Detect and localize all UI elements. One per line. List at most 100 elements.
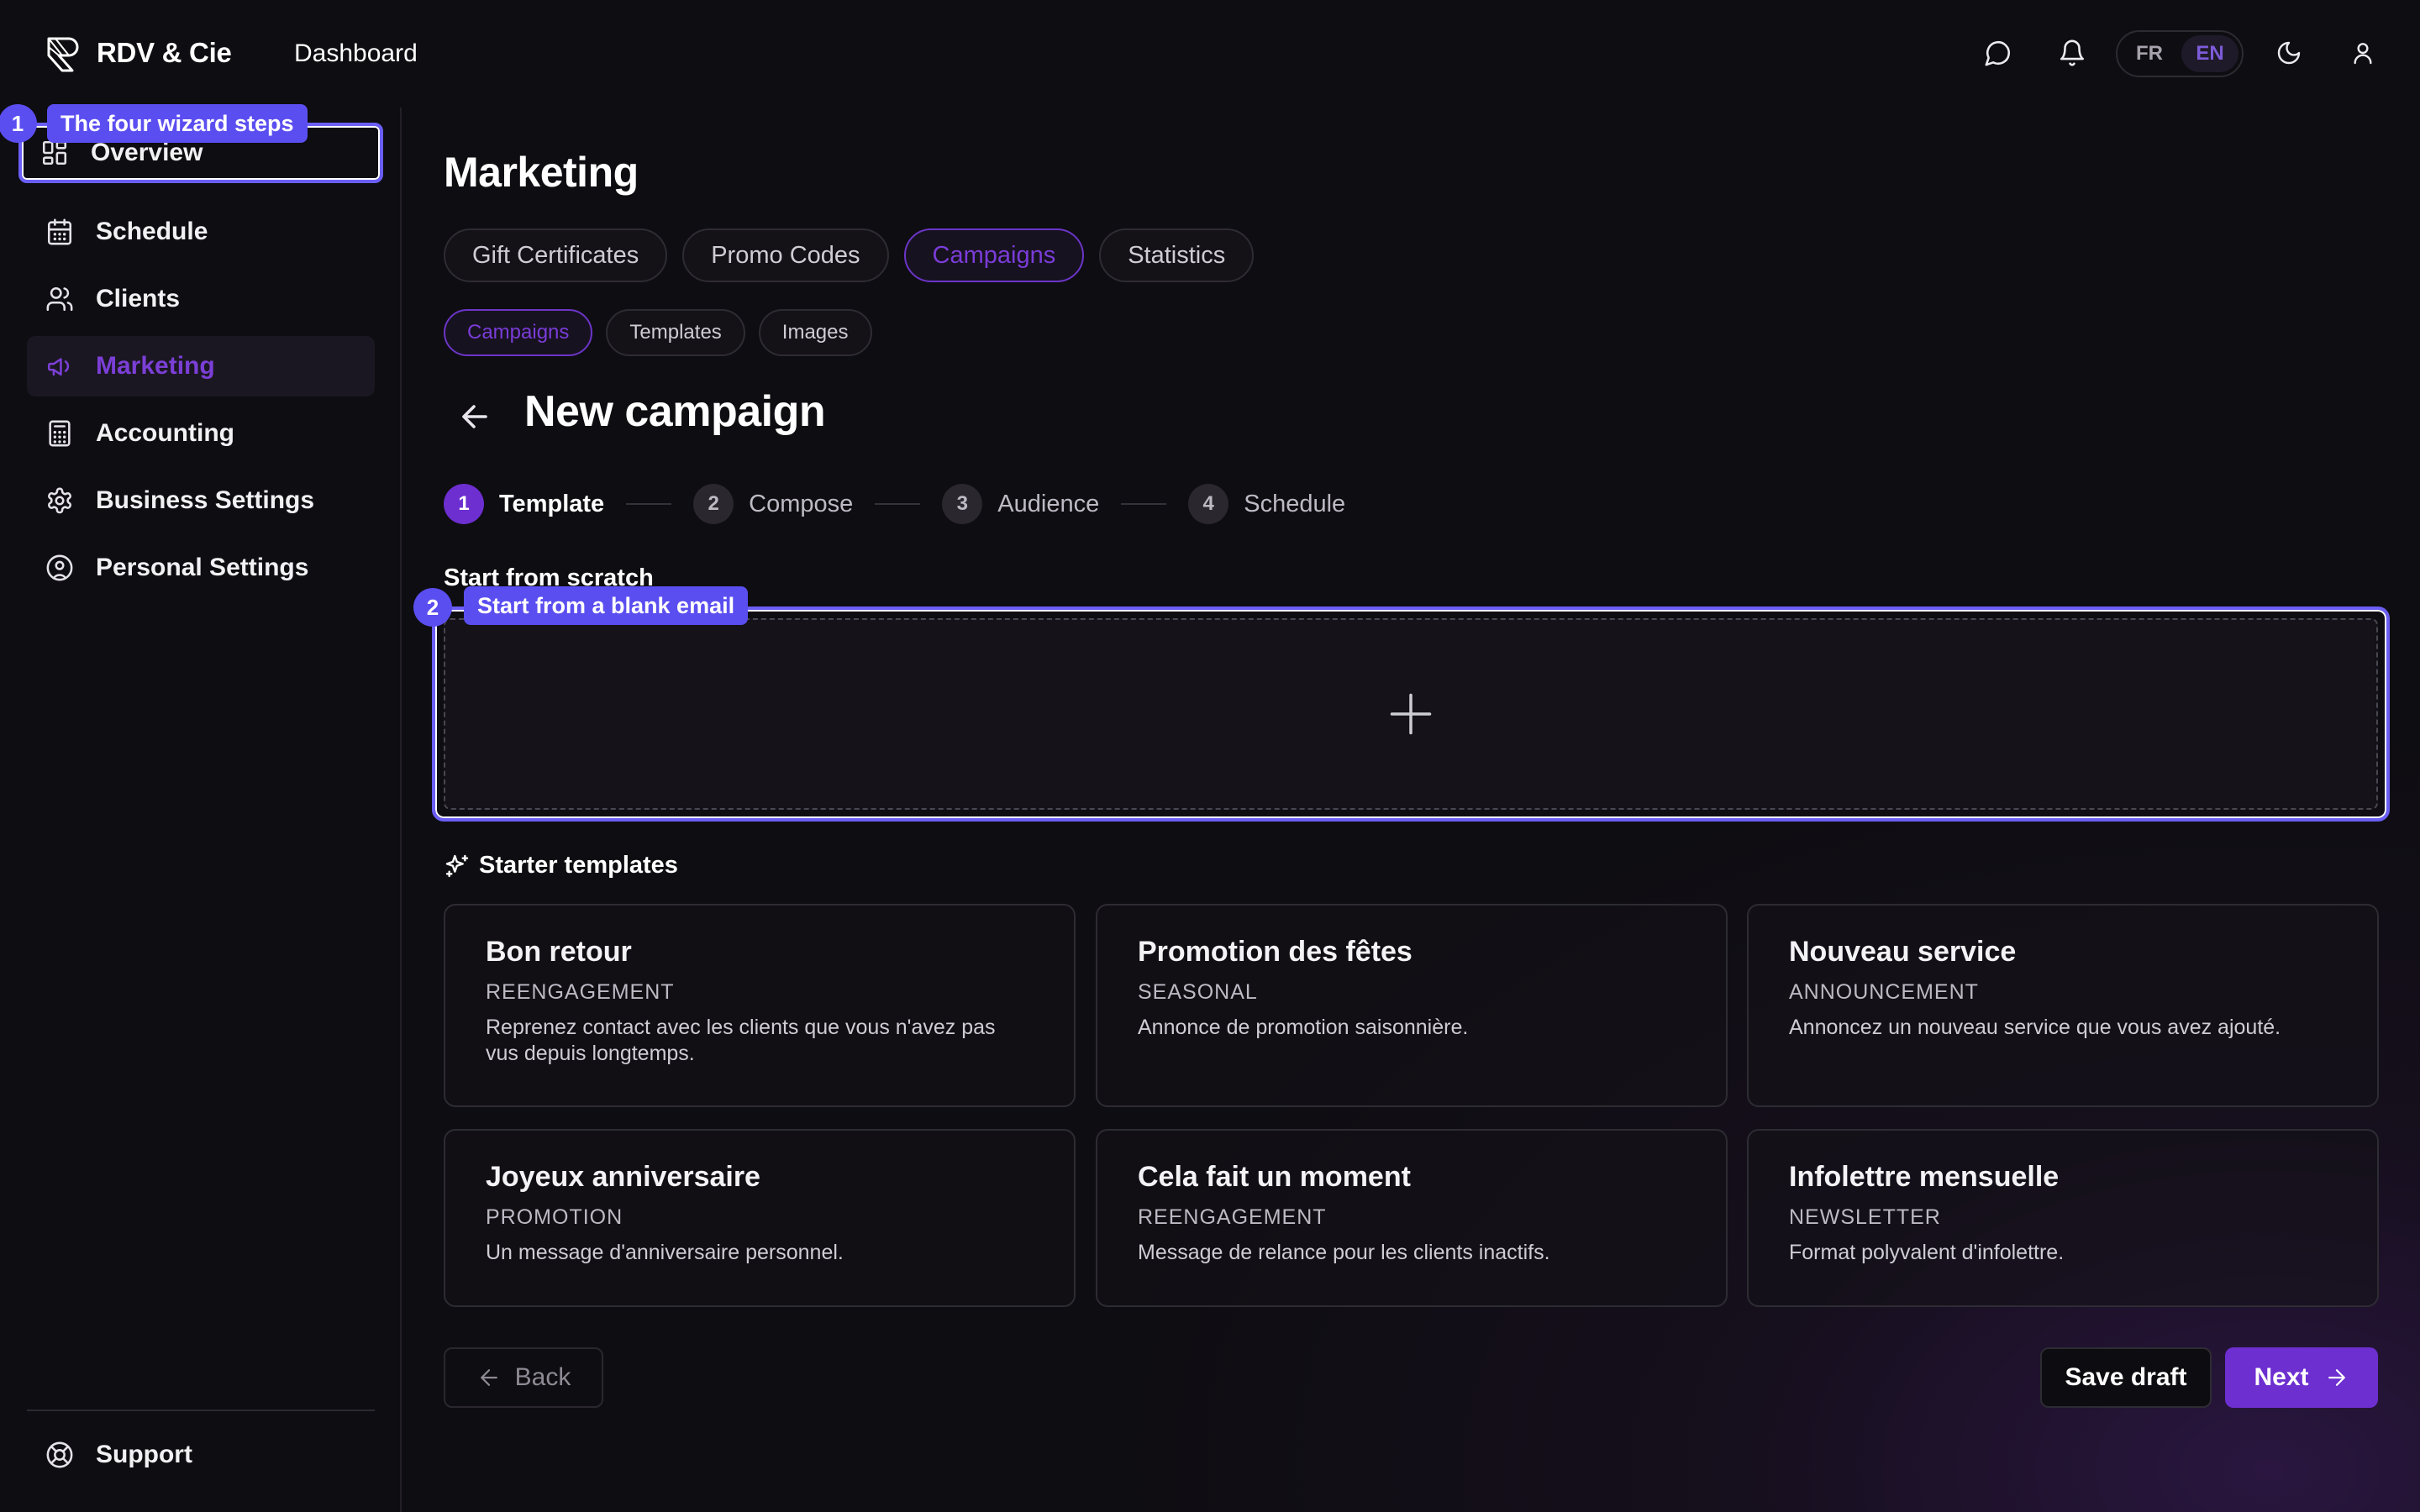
brand-name[interactable]: RDV & Cie <box>97 37 232 69</box>
users-icon <box>45 285 74 313</box>
template-category: REENGAGEMENT <box>486 980 675 1004</box>
plus-icon <box>1386 689 1436 739</box>
sidebar-item-label: Accounting <box>96 419 234 447</box>
moon-icon[interactable] <box>2270 34 2307 71</box>
template-category: REENGAGEMENT <box>1138 1205 1327 1229</box>
step-label: Schedule <box>1244 490 1346 517</box>
sidebar-item-schedule[interactable]: Schedule <box>27 202 375 262</box>
language-en[interactable]: EN <box>2181 35 2238 72</box>
template-card-infolettre-mensuelle[interactable]: Infolettre mensuelle NEWSLETTER Format p… <box>1747 1129 2379 1307</box>
sidebar-item-label: Schedule <box>96 218 208 245</box>
page-title: Marketing <box>444 149 639 196</box>
step-label: Template <box>499 490 605 517</box>
step-template[interactable]: 1 Template <box>444 484 604 524</box>
step-number: 4 <box>1188 484 1229 524</box>
sidebar-item-label: Business Settings <box>96 486 315 514</box>
language-switcher: FR EN <box>2116 30 2244 77</box>
template-description: Annoncez un nouveau service que vous ave… <box>1789 1016 2281 1039</box>
tab-gift-certificates[interactable]: Gift Certificates <box>444 228 668 282</box>
tab-promo-codes[interactable]: Promo Codes <box>682 228 889 282</box>
subtab-templates[interactable]: Templates <box>606 309 745 356</box>
campaign-subtabs: Campaigns Templates Images <box>444 309 872 356</box>
sidebar: Overview Schedule Clients Marketing Acco… <box>0 108 402 1512</box>
starter-templates-label: Starter templates <box>479 852 678 879</box>
tour-step-2-number: 2 <box>413 588 452 627</box>
template-title: Promotion des fêtes <box>1138 936 1413 968</box>
calculator-icon <box>45 419 74 448</box>
user-circle-icon <box>45 554 74 582</box>
back-arrow-icon[interactable] <box>454 396 494 437</box>
new-campaign-heading: New campaign <box>524 387 826 436</box>
chat-icon[interactable] <box>1980 34 2017 71</box>
arrow-left-icon <box>476 1365 502 1390</box>
sidebar-item-label: Overview <box>91 139 203 166</box>
calendar-icon <box>45 218 74 246</box>
step-audience[interactable]: 3 Audience <box>942 484 1099 524</box>
step-schedule[interactable]: 4 Schedule <box>1188 484 1345 524</box>
tab-statistics[interactable]: Statistics <box>1099 228 1255 282</box>
template-title: Cela fait un moment <box>1138 1161 1411 1193</box>
step-label: Audience <box>997 490 1100 517</box>
step-label: Compose <box>749 490 854 517</box>
sidebar-item-business-settings[interactable]: Business Settings <box>27 470 375 531</box>
tour-step-2-label: Start from a blank email <box>464 586 749 625</box>
language-fr[interactable]: FR <box>2121 35 2178 72</box>
lifebuoy-icon <box>45 1441 74 1469</box>
arrow-right-icon <box>2324 1365 2349 1390</box>
template-title: Nouveau service <box>1789 936 2017 968</box>
template-card-joyeux-anniversaire[interactable]: Joyeux anniversaire PROMOTION Un message… <box>444 1129 1076 1307</box>
sidebar-item-personal-settings[interactable]: Personal Settings <box>27 538 375 598</box>
sidebar-item-label: Personal Settings <box>96 554 309 581</box>
marketing-tabs: Gift Certificates Promo Codes Campaigns … <box>444 228 1255 282</box>
blank-template-highlight <box>432 606 2390 822</box>
step-number: 2 <box>693 484 734 524</box>
sparkles-icon <box>444 853 471 879</box>
template-title: Bon retour <box>486 936 632 968</box>
tour-step-1-number: 1 <box>0 104 37 143</box>
template-description: Reprenez contact avec les clients que vo… <box>486 1016 996 1065</box>
back-button[interactable]: Back <box>444 1347 603 1408</box>
grid-icon <box>40 139 69 167</box>
template-description: Format polyvalent d'infolettre. <box>1789 1241 2065 1264</box>
step-connector <box>875 503 921 505</box>
dashboard-link[interactable]: Dashboard <box>294 39 418 68</box>
back-button-label: Back <box>514 1363 571 1391</box>
template-description: Un message d'anniversaire personnel. <box>486 1241 844 1264</box>
tour-step-1-label: The four wizard steps <box>47 104 308 143</box>
template-description: Annonce de promotion saisonnière. <box>1138 1016 1469 1039</box>
template-title: Infolettre mensuelle <box>1789 1161 2060 1193</box>
subtab-campaigns[interactable]: Campaigns <box>444 309 593 356</box>
sidebar-item-marketing[interactable]: Marketing <box>27 336 375 396</box>
template-card-bon-retour[interactable]: Bon retour REENGAGEMENT Reprenez contact… <box>444 904 1076 1107</box>
subtab-images[interactable]: Images <box>758 309 872 356</box>
step-compose[interactable]: 2 Compose <box>693 484 853 524</box>
rdv-logo-icon[interactable] <box>44 35 82 74</box>
gear-icon <box>45 486 74 515</box>
template-card-promotion-des-fetes[interactable]: Promotion des fêtes SEASONAL Annonce de … <box>1096 904 1728 1107</box>
sidebar-divider <box>27 1410 375 1411</box>
sidebar-item-accounting[interactable]: Accounting <box>27 403 375 464</box>
template-card-cela-fait-un-moment[interactable]: Cela fait un moment REENGAGEMENT Message… <box>1096 1129 1728 1307</box>
step-number: 3 <box>942 484 983 524</box>
template-title: Joyeux anniversaire <box>486 1161 760 1193</box>
next-button-label: Next <box>2254 1363 2309 1391</box>
top-bar: RDV & Cie Dashboard FR EN <box>0 0 2420 108</box>
template-card-nouveau-service[interactable]: Nouveau service ANNOUNCEMENT Annoncez un… <box>1747 904 2379 1107</box>
sidebar-item-label: Clients <box>96 285 181 312</box>
megaphone-icon <box>45 352 74 381</box>
step-connector <box>626 503 672 505</box>
template-category: NEWSLETTER <box>1789 1205 1941 1229</box>
tab-campaigns[interactable]: Campaigns <box>903 228 1085 282</box>
bell-icon[interactable] <box>2054 34 2091 71</box>
template-category: PROMOTION <box>486 1205 623 1229</box>
template-category: SEASONAL <box>1138 980 1258 1004</box>
sidebar-item-label: Marketing <box>96 352 215 380</box>
user-icon[interactable] <box>2344 34 2381 71</box>
step-number: 1 <box>444 484 484 524</box>
next-button[interactable]: Next <box>2225 1347 2378 1408</box>
sidebar-item-clients[interactable]: Clients <box>27 269 375 329</box>
sidebar-item-support[interactable]: Support <box>27 1425 375 1485</box>
wizard-steps: 1 Template 2 Compose 3 Audience 4 Schedu… <box>444 484 1345 524</box>
blank-template-button[interactable] <box>444 618 2378 810</box>
save-draft-button[interactable]: Save draft <box>2040 1347 2212 1408</box>
